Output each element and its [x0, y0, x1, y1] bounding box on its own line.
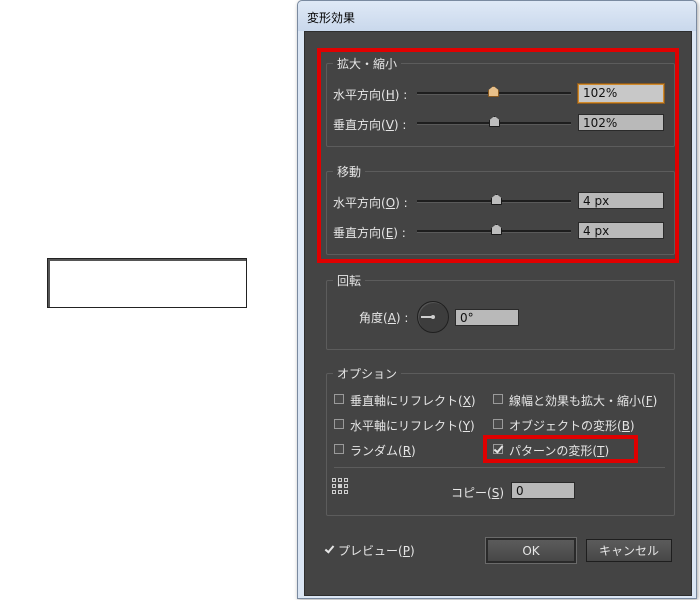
reflect-vertical-label[interactable]: 垂直軸にリフレクト(X)	[350, 392, 476, 409]
preview-label[interactable]: プレビュー(P)	[338, 542, 415, 559]
options-legend: オプション	[333, 365, 402, 382]
copies-input[interactable]: 0	[511, 482, 575, 499]
sample-shape	[47, 258, 247, 308]
angle-label: 角度(A) :	[359, 311, 409, 325]
ok-button[interactable]: OK	[486, 538, 576, 563]
transform-effect-dialog: 変形効果 拡大・縮小 水平方向(H) : 102% 垂直方向(V) : 102%…	[297, 0, 697, 599]
preview-checkbox[interactable]	[324, 544, 334, 554]
scale-strokes-checkbox[interactable]	[493, 394, 503, 404]
angle-dial-icon[interactable]	[417, 301, 449, 333]
highlight-box-scale-move	[317, 48, 679, 263]
transform-objects-label[interactable]: オブジェクトの変形(B)	[509, 417, 635, 434]
reflect-horizontal-checkbox[interactable]	[334, 419, 344, 429]
rotate-legend: 回転	[333, 272, 366, 289]
highlight-box-transform-patterns	[483, 435, 638, 463]
reference-point-grid-icon[interactable]	[332, 478, 348, 494]
angle-input[interactable]: 0°	[455, 309, 519, 326]
cancel-button[interactable]: キャンセル	[586, 539, 672, 562]
reflect-horizontal-label[interactable]: 水平軸にリフレクト(Y)	[350, 417, 475, 434]
angle-dial-center	[431, 315, 435, 319]
dialog-body: 拡大・縮小 水平方向(H) : 102% 垂直方向(V) : 102% 移動 水…	[304, 31, 692, 596]
dialog-title: 変形効果	[307, 11, 356, 25]
copies-label: コピー(S)	[451, 486, 504, 500]
random-label[interactable]: ランダム(R)	[350, 442, 416, 459]
reflect-vertical-checkbox[interactable]	[334, 394, 344, 404]
title-bar: 変形効果	[298, 1, 696, 31]
transform-objects-checkbox[interactable]	[493, 419, 503, 429]
scale-strokes-label[interactable]: 線幅と効果も拡大・縮小(F)	[509, 392, 657, 409]
random-checkbox[interactable]	[334, 444, 344, 454]
options-separator	[334, 467, 665, 468]
